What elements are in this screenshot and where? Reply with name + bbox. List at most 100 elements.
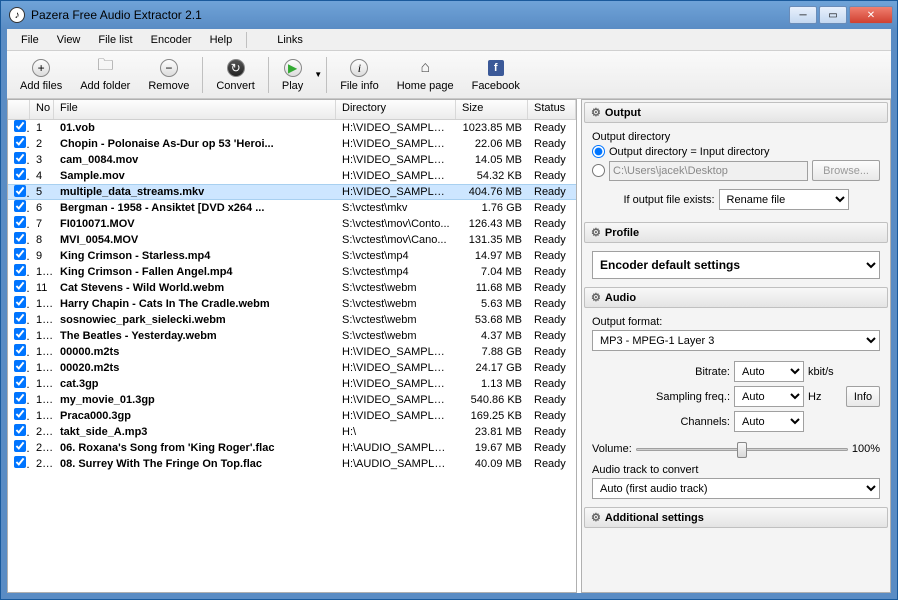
row-checkbox[interactable] — [14, 408, 26, 420]
table-row[interactable]: 8MVI_0054.MOVS:\vctest\mov\Cano...131.35… — [8, 232, 576, 248]
row-checkbox[interactable] — [14, 216, 26, 228]
col-checkbox[interactable] — [8, 100, 30, 119]
menu-links[interactable]: Links — [269, 32, 311, 48]
row-checkbox[interactable] — [14, 328, 26, 340]
audio-track-select[interactable]: Auto (first audio track) — [592, 478, 880, 499]
row-checkbox[interactable] — [14, 376, 26, 388]
col-file[interactable]: File — [54, 100, 336, 119]
table-row[interactable]: 5multiple_data_streams.mkvH:\VIDEO_SAMPL… — [8, 184, 576, 200]
profile-section-header[interactable]: ⚙ Profile — [584, 222, 888, 243]
row-checkbox[interactable] — [14, 120, 26, 132]
table-row[interactable]: 10King Crimson - Fallen Angel.mp4S:\vcte… — [8, 264, 576, 280]
file-list: No File Directory Size Status 101.vobH:\… — [7, 99, 577, 593]
col-directory[interactable]: Directory — [336, 100, 456, 119]
table-row[interactable]: 9King Crimson - Starless.mp4S:\vctest\mp… — [8, 248, 576, 264]
table-row[interactable]: 2208. Surrey With The Fringe On Top.flac… — [8, 456, 576, 472]
row-no: 9 — [30, 250, 54, 262]
table-row[interactable]: 4Sample.movH:\VIDEO_SAMPLES\...54.32 KBR… — [8, 168, 576, 184]
row-checkbox[interactable] — [14, 424, 26, 436]
table-row[interactable]: 101.vobH:\VIDEO_SAMPLES\...1023.85 MBRea… — [8, 120, 576, 136]
audio-format-select[interactable]: MP3 - MPEG-1 Layer 3 — [592, 330, 880, 351]
profile-select[interactable]: Encoder default settings — [592, 251, 880, 279]
output-section-header[interactable]: ⚙ Output — [584, 102, 888, 123]
table-row[interactable]: 6Bergman - 1958 - Ansiktet [DVD x264 ...… — [8, 200, 576, 216]
freq-info-button[interactable]: Info — [846, 386, 880, 407]
output-exists-select[interactable]: Rename file — [719, 189, 849, 210]
play-button[interactable]: ▶ Play — [273, 53, 312, 97]
menu-help[interactable]: Help — [202, 32, 241, 48]
menu-filelist[interactable]: File list — [90, 32, 140, 48]
table-row[interactable]: 20takt_side_A.mp3H:\23.81 MBReady — [8, 424, 576, 440]
row-checkbox[interactable] — [14, 296, 26, 308]
col-size[interactable]: Size — [456, 100, 528, 119]
file-list-body[interactable]: 101.vobH:\VIDEO_SAMPLES\...1023.85 MBRea… — [8, 120, 576, 592]
row-checkbox[interactable] — [14, 185, 26, 197]
freq-select[interactable]: Auto — [734, 386, 804, 407]
volume-slider[interactable] — [636, 440, 848, 458]
row-size: 54.32 KB — [456, 170, 528, 182]
row-checkbox[interactable] — [14, 248, 26, 260]
addfiles-button[interactable]: + Add files — [11, 53, 71, 97]
row-size: 404.76 MB — [456, 184, 528, 200]
facebook-button[interactable]: f Facebook — [463, 53, 529, 97]
remove-button[interactable]: − Remove — [139, 53, 198, 97]
addfolder-button[interactable]: 🗀 Add folder — [71, 53, 139, 97]
fileinfo-button[interactable]: i File info — [331, 53, 388, 97]
row-checkbox[interactable] — [14, 440, 26, 452]
row-checkbox[interactable] — [14, 264, 26, 276]
table-row[interactable]: 2Chopin - Polonaise As-Dur op 53 'Heroi.… — [8, 136, 576, 152]
table-row[interactable]: 7FI010071.MOVS:\vctest\mov\Conto...126.4… — [8, 216, 576, 232]
table-row[interactable]: 19Praca000.3gpH:\VIDEO_SAMPLES\...169.25… — [8, 408, 576, 424]
table-row[interactable]: 17cat.3gpH:\VIDEO_SAMPLES\...1.13 MBRead… — [8, 376, 576, 392]
audio-header-label: Audio — [605, 292, 636, 304]
row-checkbox[interactable] — [14, 200, 26, 212]
col-no[interactable]: No — [30, 100, 54, 119]
table-row[interactable]: 1500000.m2tsH:\VIDEO_SAMPLES\...7.88 GBR… — [8, 344, 576, 360]
row-checkbox[interactable] — [14, 360, 26, 372]
table-row[interactable]: 11Cat Stevens - Wild World.webmS:\vctest… — [8, 280, 576, 296]
col-status[interactable]: Status — [528, 100, 576, 119]
row-checkbox[interactable] — [14, 312, 26, 324]
row-checkbox[interactable] — [14, 232, 26, 244]
play-dropdown-arrow[interactable]: ▼ — [314, 70, 322, 79]
channels-select[interactable]: Auto — [734, 411, 804, 432]
table-row[interactable]: 18my_movie_01.3gpH:\VIDEO_SAMPLES\...540… — [8, 392, 576, 408]
convert-button[interactable]: ↻ Convert — [207, 53, 264, 97]
titlebar[interactable]: ♪ Pazera Free Audio Extractor 2.1 ─ ▭ ✕ — [1, 1, 897, 29]
maximize-button[interactable]: ▭ — [819, 6, 847, 24]
row-checkbox[interactable] — [14, 168, 26, 180]
menu-encoder[interactable]: Encoder — [143, 32, 200, 48]
table-row[interactable]: 13sosnowiec_park_sielecki.webmS:\vctest\… — [8, 312, 576, 328]
table-row[interactable]: 3cam_0084.movH:\VIDEO_SAMPLES\...14.05 M… — [8, 152, 576, 168]
row-checkbox[interactable] — [14, 456, 26, 468]
row-size: 4.37 MB — [456, 330, 528, 342]
table-row[interactable]: 12Harry Chapin - Cats In The Cradle.webm… — [8, 296, 576, 312]
table-row[interactable]: 2106. Roxana's Song from 'King Roger'.fl… — [8, 440, 576, 456]
output-exists-label: If output file exists: — [623, 194, 714, 206]
row-size: 126.43 MB — [456, 218, 528, 230]
table-row[interactable]: 1600020.m2tsH:\VIDEO_SAMPLES\...24.17 GB… — [8, 360, 576, 376]
menu-file[interactable]: File — [13, 32, 47, 48]
outdir-path-input[interactable] — [609, 161, 808, 181]
row-checkbox[interactable] — [14, 136, 26, 148]
bitrate-select[interactable]: Auto — [734, 361, 804, 382]
outdir-same-radio[interactable] — [592, 145, 605, 158]
row-checkbox[interactable] — [14, 280, 26, 292]
outdir-same-label[interactable]: Output directory = Input directory — [609, 146, 770, 158]
audio-section-header[interactable]: ⚙ Audio — [584, 287, 888, 308]
menu-view[interactable]: View — [49, 32, 89, 48]
row-checkbox[interactable] — [14, 344, 26, 356]
minimize-button[interactable]: ─ — [789, 6, 817, 24]
homepage-button[interactable]: ⌂ Home page — [388, 53, 463, 97]
row-status: Ready — [528, 458, 576, 470]
outdir-custom-radio[interactable] — [592, 164, 605, 177]
row-checkbox[interactable] — [14, 392, 26, 404]
row-status: Ready — [528, 330, 576, 342]
close-button[interactable]: ✕ — [849, 6, 893, 24]
play-icon: ▶ — [283, 58, 303, 78]
audio-section: Output format: MP3 - MPEG-1 Layer 3 Bitr… — [584, 310, 888, 505]
row-checkbox[interactable] — [14, 152, 26, 164]
browse-button[interactable]: Browse... — [812, 160, 880, 181]
additional-section-header[interactable]: ⚙ Additional settings — [584, 507, 888, 528]
table-row[interactable]: 14The Beatles - Yesterday.webmS:\vctest\… — [8, 328, 576, 344]
